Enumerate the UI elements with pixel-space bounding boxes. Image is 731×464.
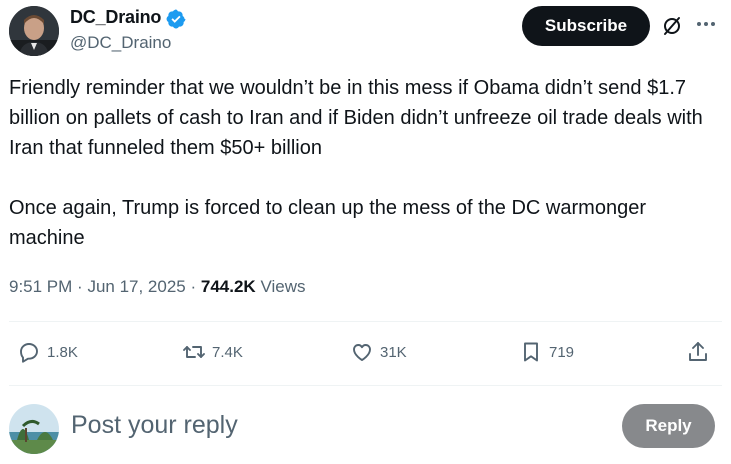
tweet-date[interactable]: Jun 17, 2025 — [87, 277, 185, 296]
views-count: 744.2K — [200, 277, 256, 296]
bookmark-action[interactable]: 719 — [519, 339, 574, 365]
tweet-time[interactable]: 9:51 PM — [9, 277, 72, 296]
tweet-text: Friendly reminder that we wouldn’t be in… — [9, 77, 703, 249]
user-avatar[interactable] — [9, 404, 59, 454]
author-display-name[interactable]: DC_Draino — [70, 7, 161, 28]
divider — [9, 321, 722, 322]
reply-button[interactable]: Reply — [622, 404, 715, 448]
reply-icon — [20, 343, 38, 363]
meta-separator: · — [77, 277, 88, 296]
grok-icon[interactable] — [661, 15, 683, 37]
heart-icon — [353, 344, 371, 361]
like-action[interactable]: 31K — [350, 339, 407, 365]
author-avatar[interactable] — [9, 6, 59, 56]
reply-action[interactable]: 1.8K — [17, 339, 78, 365]
bookmark-icon — [524, 342, 538, 362]
repost-action[interactable]: 7.4K — [182, 339, 243, 365]
reply-input[interactable]: Post your reply — [71, 411, 238, 440]
meta-separator: · — [190, 277, 201, 296]
share-icon — [689, 342, 707, 361]
more-options-icon[interactable] — [695, 13, 717, 35]
repost-icon — [183, 346, 205, 358]
divider — [9, 385, 722, 386]
reply-count: 1.8K — [47, 343, 78, 361]
share-action[interactable] — [686, 339, 716, 365]
like-count: 31K — [380, 343, 407, 361]
verified-badge-icon[interactable] — [166, 9, 186, 29]
subscribe-button[interactable]: Subscribe — [522, 6, 650, 46]
views-label: Views — [260, 277, 306, 296]
repost-count: 7.4K — [212, 343, 243, 361]
author-handle[interactable]: @DC_Draino — [70, 33, 171, 53]
tweet-meta: 9:51 PM · Jun 17, 2025 · 744.2K Views — [9, 277, 305, 297]
bookmark-count: 719 — [549, 343, 575, 361]
